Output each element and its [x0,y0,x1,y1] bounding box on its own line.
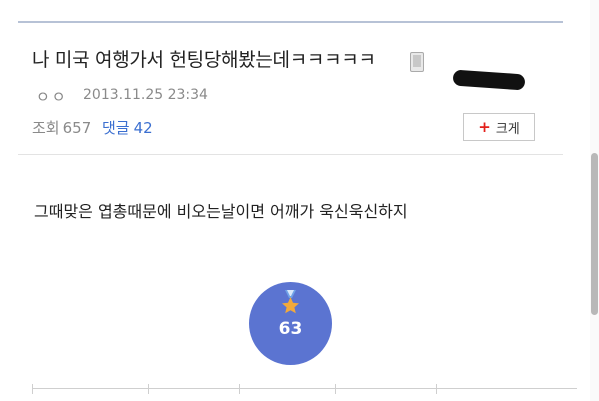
author-nickname[interactable]: ㅇㅇ [36,86,68,107]
view-count: 조회 657 [32,117,91,138]
table-divider [32,384,33,394]
plus-icon: + [478,117,491,136]
table-divider [148,384,149,394]
recommend-button[interactable]: 63 [249,282,332,365]
post-date: 2013.11.25 23:34 [83,87,208,103]
author-name-redacted [452,69,526,91]
view-count-label: 조회 [32,119,60,137]
recommend-count: 63 [278,319,303,339]
bottom-table-rule [32,388,577,389]
table-divider [239,384,240,394]
font-bigger-label: 크게 [495,121,520,137]
star-medal-icon [282,290,299,314]
mobile-icon [410,52,424,72]
comments-link[interactable]: 댓글 42 [102,117,153,138]
table-divider [335,384,336,394]
scrollbar-thumb[interactable] [591,153,598,315]
post-body: 그때맞은 엽총때문에 비오는날이면 어깨가 욱신욱신하지 [34,202,408,221]
header-divider [18,154,563,155]
table-divider [436,384,437,394]
comments-count: 42 [133,119,153,137]
view-count-value: 657 [62,119,92,137]
comments-label: 댓글 [102,119,130,137]
top-rule [18,21,563,23]
font-bigger-button[interactable]: + 크게 [463,113,535,141]
post-title: 나 미국 여행가서 헌팅당해봤는데ㅋㅋㅋㅋㅋ [32,49,376,71]
